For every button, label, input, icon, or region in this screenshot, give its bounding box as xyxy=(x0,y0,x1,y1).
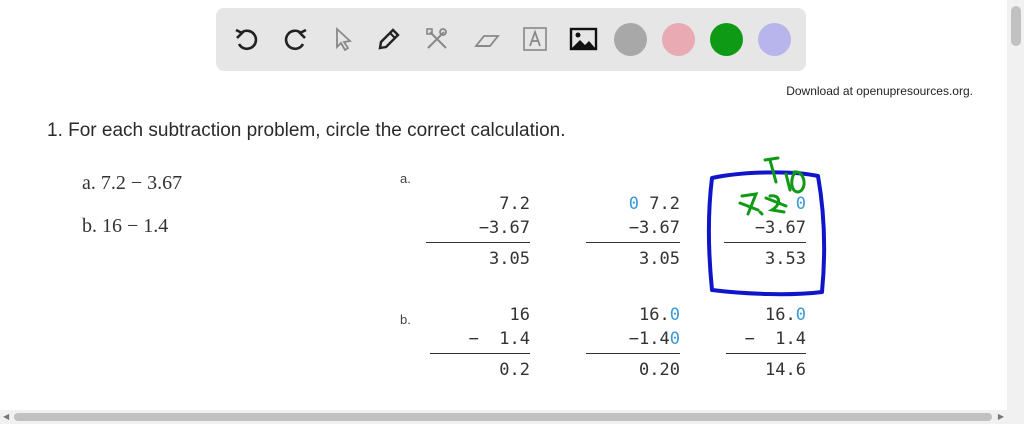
calc-b2-bottom-pad: 0 xyxy=(669,329,680,349)
calc-b2-bottom-row: −1.40 xyxy=(586,327,680,351)
color-swatch-green[interactable] xyxy=(710,23,743,56)
calc-a2-top: 7.2 xyxy=(649,194,680,214)
scroll-left-icon[interactable]: ◀ xyxy=(3,412,9,421)
calc-b1-result: 0.2 xyxy=(499,360,530,380)
calc-b1-top: 16 xyxy=(509,305,530,325)
undo-icon[interactable] xyxy=(230,22,264,56)
color-swatch-pink[interactable] xyxy=(662,23,695,56)
calc-a3-bottom: −3.67 xyxy=(754,218,806,238)
calc-a1: 7.2 −3.67 3.05 xyxy=(426,192,530,271)
horizontal-scrollbar[interactable]: ◀ ▶ xyxy=(0,410,1007,424)
download-link[interactable]: Download at openupresources.org. xyxy=(786,84,973,98)
calc-b2: 16.0 −1.40 0.20 xyxy=(586,303,680,382)
vertical-scrollbar[interactable] xyxy=(1007,0,1024,424)
color-swatch-lavender[interactable] xyxy=(758,23,791,56)
calc-a1-top: 7.2 xyxy=(499,194,530,214)
calc-a3-top-pad: 0 xyxy=(795,194,806,214)
question-text: 1. For each subtraction problem, circle … xyxy=(47,120,566,141)
color-swatch-gray[interactable] xyxy=(614,23,647,56)
pen-icon[interactable] xyxy=(372,22,406,56)
eraser-icon[interactable] xyxy=(470,22,504,56)
pointer-icon[interactable] xyxy=(326,22,360,56)
drawing-toolbar xyxy=(216,8,806,71)
redo-icon[interactable] xyxy=(278,22,312,56)
vertical-scroll-thumb[interactable] xyxy=(1011,6,1021,46)
calc-a2-top-pad: 0 xyxy=(628,194,640,214)
calc-rule xyxy=(586,353,680,354)
calc-rule xyxy=(724,242,806,243)
calc-b3-top-pad: 0 xyxy=(795,305,806,325)
calc-b3-top: 16. xyxy=(765,305,796,325)
scroll-right-icon[interactable]: ▶ xyxy=(998,412,1004,421)
calc-a2-top-row: 0 7.2 xyxy=(586,192,680,216)
calc-a1-result: 3.05 xyxy=(489,249,530,269)
calc-b2-top-row: 16.0 xyxy=(586,303,680,327)
calc-a3: 0 −3.67 3.53 xyxy=(724,192,806,271)
calc-rule xyxy=(586,242,680,243)
calc-b2-result: 0.20 xyxy=(639,360,680,380)
calc-a2: 0 7.2 −3.67 3.05 xyxy=(586,192,680,271)
calc-b1: 16 − 1.4 0.2 xyxy=(430,303,530,382)
calc-rule xyxy=(426,242,530,243)
calc-rule xyxy=(430,353,530,354)
tools-icon[interactable] xyxy=(420,22,454,56)
calc-a1-bottom: −3.67 xyxy=(478,218,530,238)
calc-rule xyxy=(726,353,806,354)
problem-b: b. 16 − 1.4 xyxy=(82,215,169,237)
calc-b3-result: 14.6 xyxy=(765,360,806,380)
label-b: b. xyxy=(400,312,411,327)
calc-b1-bottom: − 1.4 xyxy=(468,329,530,349)
text-icon[interactable] xyxy=(518,22,552,56)
calc-a3-result: 3.53 xyxy=(765,249,806,269)
calc-b3-top-row: 16.0 xyxy=(726,303,806,327)
calc-b2-bottom: −1.4 xyxy=(628,329,670,349)
calc-b3: 16.0 − 1.4 14.6 xyxy=(726,303,806,382)
label-a: a. xyxy=(400,171,411,186)
calc-a3-top-row: 0 xyxy=(724,192,806,216)
image-icon[interactable] xyxy=(566,22,600,56)
calc-b3-bottom: − 1.4 xyxy=(744,329,806,349)
calc-b2-top-pad: 0 xyxy=(669,305,680,325)
calc-b2-top: 16. xyxy=(639,305,670,325)
calc-a2-result: 3.05 xyxy=(639,249,680,269)
calc-a2-bottom: −3.67 xyxy=(628,218,680,238)
problem-a: a. 7.2 − 3.67 xyxy=(82,172,183,194)
horizontal-scroll-thumb[interactable] xyxy=(14,413,992,421)
